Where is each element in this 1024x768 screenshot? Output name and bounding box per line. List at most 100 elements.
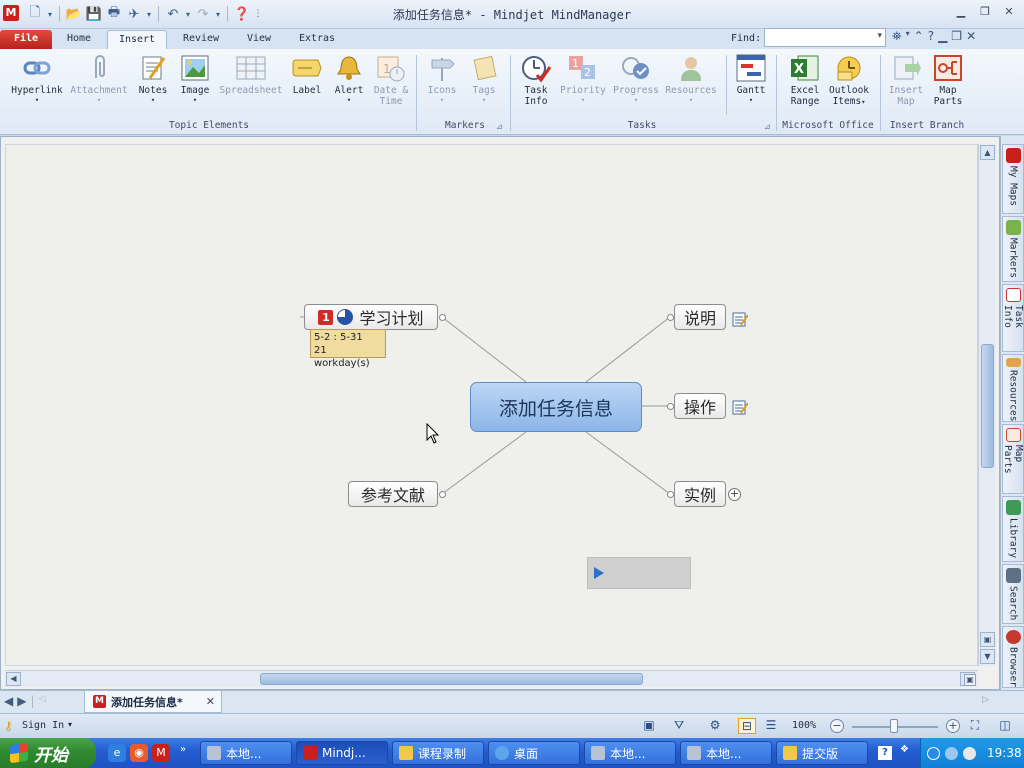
arrow-left-small-icon[interactable]: ◁ [39, 694, 46, 708]
tray-more-icon[interactable]: ❖ [900, 744, 909, 755]
sign-in-link[interactable]: Sign In [22, 720, 64, 731]
topic-example[interactable]: 实例 [674, 481, 726, 507]
task-info-icon [1005, 288, 1021, 302]
sidebar-tab-library[interactable]: Library [1002, 496, 1024, 562]
taskbar-button[interactable]: 提交版 [776, 741, 868, 765]
horizontal-scroll-thumb[interactable] [260, 673, 643, 685]
priority-1-icon: 1 [318, 309, 334, 325]
browser-icon[interactable]: ◉ [130, 744, 148, 762]
arrow-right-icon[interactable]: ▶ [17, 694, 26, 708]
start-label: 开始 [34, 745, 68, 766]
volume-icon[interactable] [963, 746, 976, 760]
separator: | [30, 694, 35, 708]
clock: 19:38 [987, 746, 1022, 760]
topic-study-plan-label: 学习计划 [359, 309, 424, 328]
search-icon [1005, 568, 1021, 583]
balance-map-icon[interactable]: ⚙ [706, 718, 724, 734]
sidebar-label: Map Parts [1002, 445, 1024, 474]
ie-icon[interactable]: e [108, 744, 126, 762]
close-tab-icon[interactable]: ✕ [206, 695, 215, 708]
task-info-box: 5-2 : 5-31 21 workday(s) [310, 329, 386, 369]
taskbar-button-label: 提交版 [802, 746, 839, 761]
arrow-left-icon[interactable]: ◀ [4, 694, 13, 708]
sidebar-tab-task-info[interactable]: Task Info [1002, 284, 1024, 352]
outline-view-icon[interactable]: ☰ [762, 718, 780, 734]
sidebar-tab-map-parts[interactable]: Map Parts [1002, 424, 1024, 494]
play-icon[interactable] [594, 567, 604, 579]
taskbar-button[interactable]: 本地... [584, 741, 676, 765]
scroll-down-icon[interactable]: ▼ [980, 649, 995, 664]
document-tab-bar: ◀ ▶ | ◁ M 添加任务信息* ✕ ▷ [0, 690, 1024, 713]
folder-icon [783, 746, 797, 760]
connector-dot [667, 491, 674, 498]
zoom-slider-thumb[interactable] [890, 719, 898, 733]
taskbar-button-label: 课程录制 [418, 746, 467, 761]
layout-icon[interactable]: ◫ [996, 718, 1014, 734]
topic-description[interactable]: 说明 [674, 304, 726, 330]
filter-icon[interactable]: ⛛ [670, 718, 688, 734]
fit-page-icon[interactable]: ⛶ [966, 718, 984, 734]
connector-dot [667, 314, 674, 321]
view-icon[interactable]: ▣ [640, 718, 658, 734]
fit-map-icon[interactable]: ▣ [964, 674, 976, 686]
taskbar-button[interactable]: Mindj... [296, 741, 388, 765]
sidebar-label: Browser [1007, 646, 1019, 687]
sidebar-tab-resources[interactable]: Resources [1002, 354, 1024, 422]
dropdown-arrow-icon[interactable]: ▾ [68, 720, 72, 729]
taskbar-button[interactable]: 课程录制 [392, 741, 484, 765]
network-icon[interactable] [945, 746, 958, 760]
mindmanager-icon[interactable]: M [152, 744, 170, 762]
sidebar-tab-search[interactable]: Search [1002, 564, 1024, 624]
map-parts-icon [1005, 428, 1021, 443]
taskbar-button-label: 本地... [706, 746, 742, 761]
document-tab[interactable]: M 添加任务信息* ✕ [84, 691, 222, 713]
sidebar-label: Resources [1007, 369, 1019, 421]
scroll-corner-icon[interactable]: ▣ [980, 632, 995, 647]
sidebar-tab-browser[interactable]: Browser [1002, 626, 1024, 688]
windows-taskbar: 开始 e ◉ M » 本地... Mindj... 课程录制 桌面 本地... … [0, 738, 1024, 768]
expand-topic-icon[interactable]: + [728, 488, 741, 501]
taskbar-button[interactable]: 桌面 [488, 741, 580, 765]
horizontal-scrollbar[interactable]: ◀ ▶ [5, 670, 978, 687]
central-topic[interactable]: 添加任务信息 [470, 382, 642, 432]
taskbar-button-label: 本地... [226, 746, 262, 761]
mindmanager-icon [303, 746, 317, 760]
taskbar-button-label: 桌面 [514, 746, 539, 761]
markers-icon [1005, 220, 1021, 235]
task-duration: 21 workday(s) [314, 345, 370, 369]
help-tray-icon[interactable]: ? [878, 746, 892, 760]
zoom-out-icon[interactable]: − [830, 719, 844, 733]
drive-icon [207, 746, 221, 760]
tab-scroll-right-icon[interactable]: ▷ [982, 695, 989, 705]
sidebar-label: Task Info [1002, 304, 1024, 328]
drive-icon [591, 746, 605, 760]
tab-navigation: ◀ ▶ | ◁ [4, 694, 45, 708]
quicklaunch-more-icon[interactable]: » [180, 744, 186, 755]
note-icon[interactable] [732, 399, 748, 415]
topic-study-plan[interactable]: 1 学习计划 [304, 304, 438, 330]
topic-references[interactable]: 参考文献 [348, 481, 438, 507]
library-icon [1005, 500, 1021, 515]
taskbar-button[interactable]: 本地... [680, 741, 772, 765]
sidebar-tab-markers[interactable]: Markers [1002, 216, 1024, 282]
task-pane-sidebar: My Maps Markers Task Info Resources Map … [1000, 136, 1024, 690]
tray-expand-icon[interactable] [927, 746, 940, 760]
topic-operation[interactable]: 操作 [674, 393, 726, 419]
taskbar-button[interactable]: 本地... [200, 741, 292, 765]
note-icon[interactable] [732, 311, 748, 327]
map-view-icon[interactable]: ⊟ [738, 718, 756, 734]
scroll-left-icon[interactable]: ◀ [6, 672, 21, 686]
zoom-in-icon[interactable]: + [946, 719, 960, 733]
vertical-scrollbar[interactable]: ▲ ▣ ▼ [978, 144, 996, 666]
task-dates: 5-2 : 5-31 [314, 332, 363, 343]
vertical-scroll-thumb[interactable] [981, 344, 994, 468]
system-tray: 19:38 [920, 738, 1024, 768]
scroll-up-icon[interactable]: ▲ [980, 145, 995, 160]
browser-icon [1005, 630, 1021, 644]
mouse-cursor-icon [426, 423, 440, 444]
floating-playback-toolbar [587, 557, 691, 589]
start-button[interactable]: 开始 [0, 738, 96, 768]
sidebar-tab-my-maps[interactable]: My Maps [1002, 144, 1024, 214]
windows-flag-icon [10, 742, 28, 764]
folder-icon [399, 746, 413, 760]
